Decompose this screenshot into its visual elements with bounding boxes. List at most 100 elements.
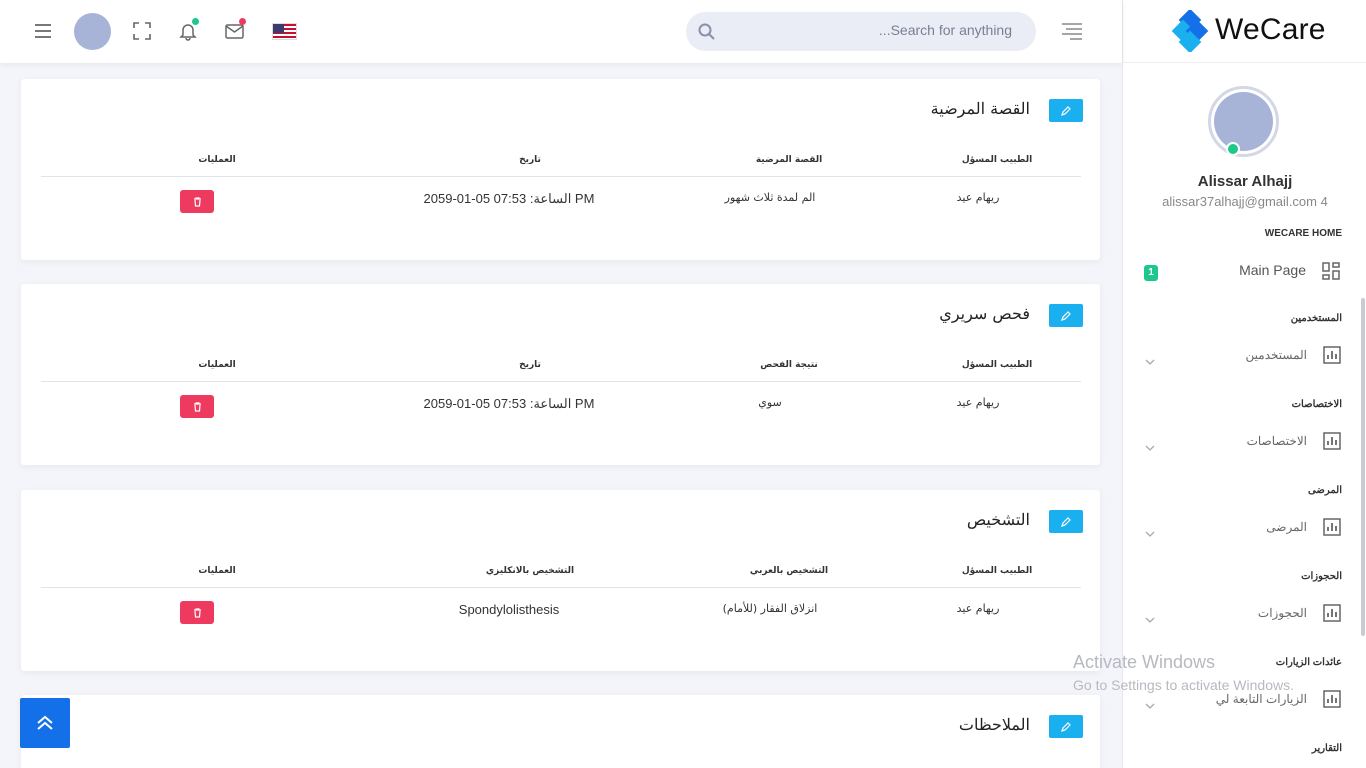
column-header: نتيجة الفحص (760, 360, 818, 370)
section-title-patients: المرضى (1308, 485, 1342, 496)
column-header: العمليات (198, 155, 236, 165)
mail-dot (239, 18, 246, 25)
edit-button[interactable] (1049, 715, 1083, 738)
column-header: القصة المرضية (755, 155, 823, 165)
delete-button[interactable] (180, 395, 214, 418)
edit-button[interactable] (1049, 99, 1083, 122)
activate-windows-title: Activate Windows (1073, 652, 1216, 672)
column-header: تاريخ (519, 155, 541, 165)
sidebar-item-label: المستخدمين (1245, 348, 1307, 362)
section-title-specialties: الاختصاصات (1291, 399, 1342, 410)
logo[interactable]: WeCare (1123, 0, 1366, 63)
delete-button[interactable] (180, 601, 214, 624)
chevron-down-icon (1145, 694, 1155, 713)
table-header: الطبيب المسؤل نتيجة الفحص تاريخ العمليات (41, 357, 1081, 382)
column-header: العمليات (198, 360, 236, 370)
sidebar-item-main-page[interactable]: Main Page (1239, 262, 1306, 278)
table-header: الطبيب المسؤل التشخيص بالعربي التشخيص با… (41, 563, 1081, 588)
table-header: الطبيب المسؤل القصة المرضية تاريخ العملي… (41, 152, 1081, 177)
profile-avatar[interactable] (1208, 86, 1279, 157)
sidebar-item-patients[interactable]: المرضى (1123, 513, 1366, 543)
chart-icon (1323, 432, 1341, 454)
mail-icon[interactable] (221, 18, 247, 44)
sidebar-item-specialties[interactable]: الاختصاصات (1123, 427, 1366, 457)
chevron-down-icon (1145, 608, 1155, 627)
table-cell: ريهام عيد (956, 602, 1000, 615)
menu-icon[interactable] (30, 18, 56, 44)
section-title-users: المستخدمين (1290, 313, 1342, 324)
chart-icon (1323, 518, 1341, 540)
trash-icon (193, 196, 201, 207)
bell-icon[interactable] (175, 18, 201, 44)
card-medical-history: القصة المرضية الطبيب المسؤل القصة المرضي… (21, 79, 1100, 260)
card-diagnosis: التشخيص الطبيب المسؤل التشخيص بالعربي ال… (21, 490, 1100, 671)
chart-icon (1323, 690, 1341, 712)
sidebar-item-label: المرضى (1266, 520, 1307, 534)
column-header: التشخيص بالعربي (749, 566, 829, 576)
search-bar[interactable]: ...Search for anything (686, 12, 1036, 51)
sidebar-scrollbar[interactable] (1361, 298, 1365, 636)
brand-name: WeCare (1215, 13, 1326, 46)
table-cell: Spondylolisthesis (458, 602, 560, 617)
table-cell: انزلاق الفقار (للأمام) (722, 602, 818, 615)
chevron-down-icon (1145, 436, 1155, 455)
avatar[interactable] (74, 13, 111, 50)
section-title-home: WECARE HOME (1264, 228, 1342, 239)
table-cell: ريهام عيد (956, 396, 1000, 409)
wecare-logo-icon (1171, 10, 1209, 52)
pencil-icon (1061, 310, 1071, 321)
sidebar-item-label: الحجوزات (1257, 606, 1307, 620)
activate-windows-subtitle: Go to Settings to activate Windows. (1073, 677, 1294, 693)
card-title: الملاحظات (958, 715, 1030, 734)
user-email: alissar37alhajj@gmail.com 4 (1162, 194, 1328, 209)
column-header: تاريخ (519, 360, 541, 370)
card-title: القصة المرضية (930, 99, 1030, 118)
section-title-bookings: الحجوزات (1301, 571, 1342, 582)
card-title: التشخيص (966, 510, 1030, 529)
pencil-icon (1061, 105, 1071, 116)
rtl-menu-icon[interactable] (1061, 22, 1083, 44)
card-title: فحص سريري (939, 304, 1030, 323)
sidebar-item-bookings[interactable]: الحجوزات (1123, 599, 1366, 629)
table-cell: 2059-01-05 الساعة: 07:53 PM (423, 396, 595, 411)
column-header: التشخيص بالانكليزي (485, 566, 575, 576)
column-header: العمليات (198, 566, 236, 576)
chart-icon (1323, 604, 1341, 626)
search-input[interactable]: ...Search for anything (879, 22, 1012, 38)
section-title-visits: عائدات الزيارات (1275, 657, 1342, 668)
card-clinical-exam: فحص سريري الطبيب المسؤل نتيجة الفحص تاري… (21, 284, 1100, 465)
notification-dot (192, 18, 199, 25)
chevron-down-icon (1145, 350, 1155, 369)
column-header: الطبيب المسؤل (961, 155, 1033, 165)
table-cell: ريهام عيد (956, 191, 1000, 204)
section-title-reports: التقارير (1311, 743, 1342, 754)
column-header: الطبيب المسؤل (961, 360, 1033, 370)
fullscreen-icon[interactable] (129, 18, 155, 44)
table-cell: الم لمدة ثلاث شهور (724, 191, 816, 204)
column-header: الطبيب المسؤل (961, 566, 1033, 576)
card-notes: الملاحظات (21, 695, 1100, 768)
scroll-to-top-button[interactable] (20, 698, 70, 748)
chart-icon (1323, 346, 1341, 368)
delete-button[interactable] (180, 190, 214, 213)
sidebar-item-label: الزيارات التابعة لي (1215, 692, 1307, 706)
sidebar-item-users[interactable]: المستخدمين (1123, 341, 1366, 371)
table-cell: سوي (758, 396, 782, 409)
top-navbar: ...Search for anything (0, 0, 1122, 63)
user-name: Alissar Alhajj (1197, 173, 1293, 190)
main-page-badge: 1 (1144, 265, 1158, 281)
sidebar-item-label: الاختصاصات (1246, 434, 1307, 448)
trash-icon (193, 607, 201, 618)
search-icon (698, 23, 715, 44)
pencil-icon (1061, 721, 1071, 732)
dashboard-icon (1322, 262, 1340, 284)
edit-button[interactable] (1049, 304, 1083, 327)
double-chevron-up-icon (37, 715, 53, 730)
online-status-dot (1226, 142, 1240, 156)
pencil-icon (1061, 516, 1071, 527)
edit-button[interactable] (1049, 510, 1083, 533)
table-cell: 2059-01-05 الساعة: 07:53 PM (423, 191, 595, 206)
trash-icon (193, 401, 201, 412)
chevron-down-icon (1145, 522, 1155, 541)
us-flag-icon[interactable] (272, 23, 297, 40)
